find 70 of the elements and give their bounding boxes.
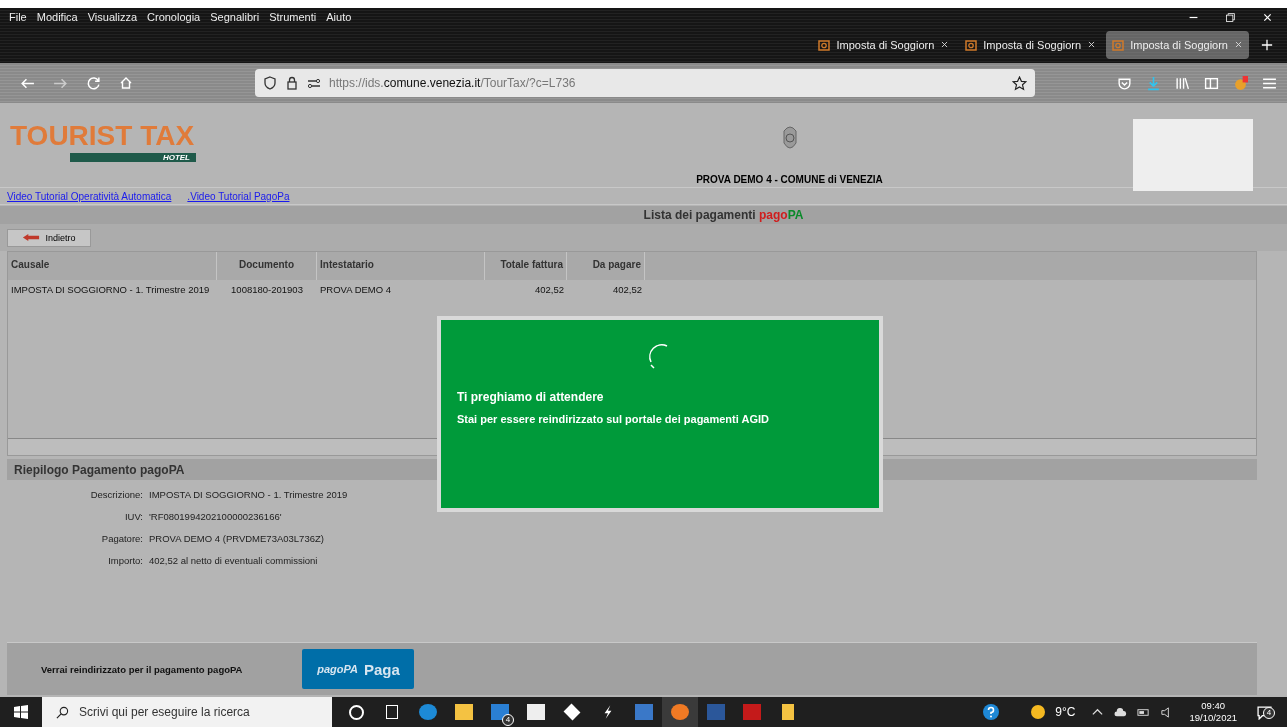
field-value: PROVA DEMO 4 (PRVDME73A03L736Z) — [149, 533, 324, 544]
table-cell-text: 1008180-201903 — [230, 283, 304, 295]
tourist-tax-logo: TOURIST TAX HOTEL — [10, 119, 196, 164]
pay-button[interactable]: pagoPA Paga — [302, 649, 415, 689]
field-label: IUV: — [123, 511, 143, 522]
tab-close-icon[interactable] — [1087, 40, 1097, 49]
lock-icon — [285, 76, 299, 90]
url-text: https://ids.comune.venezia.it/TourTax/?c=L736 — [329, 76, 576, 90]
weather-sun-icon[interactable] — [1031, 705, 1046, 719]
field-label: Pagatore: — [100, 533, 143, 544]
column-header[interactable]: Causale — [8, 252, 217, 280]
address-bar[interactable]: https://ids.comune.venezia.it/TourTax/?c=L736 — [255, 69, 1035, 97]
summary-title: Riepilogo Pagamento pagoPA — [14, 462, 185, 477]
column-header[interactable]: Da pagare — [567, 252, 645, 280]
library-icon[interactable] — [1175, 75, 1190, 91]
menu-item[interactable]: Aiuto — [326, 11, 352, 23]
close-icon[interactable] — [1262, 11, 1273, 23]
new-tab-icon[interactable] — [1261, 38, 1273, 51]
tutorial-link[interactable]: Video Tutorial Operatività Automatica — [7, 190, 172, 202]
search-icon — [56, 705, 69, 719]
menu-item[interactable]: Modifica — [36, 11, 78, 23]
left-arrow-icon — [22, 233, 41, 242]
field-label: Descrizione: — [89, 489, 143, 500]
clock-time[interactable]: 09:40 — [1201, 700, 1226, 712]
tab-close-icon[interactable] — [940, 40, 950, 49]
organization-title: PROVA DEMO 4 - COMUNE di VENEZIA — [696, 174, 883, 185]
table-cell-text: PROVA DEMO 4 — [319, 283, 393, 295]
column-header[interactable]: Intestatario — [317, 252, 485, 280]
browser-tab[interactable]: Imposta di Soggiorn — [812, 30, 956, 59]
table-cell-text: IMPOSTA DI SOGGIORNO - 1. Trimestre 2019 — [10, 283, 211, 295]
browser-tab[interactable]: Imposta di Soggiorn — [1106, 30, 1249, 59]
dialog-message: Stai per essere reindirizzato sul portale dei pagamenti AGID — [457, 413, 770, 425]
tab-favicon-icon — [965, 38, 978, 51]
cloud-icon[interactable] — [1114, 705, 1128, 719]
menu-item[interactable]: Strumenti — [269, 11, 317, 23]
mail-badge: 4 — [502, 714, 514, 726]
permissions-icon — [307, 76, 321, 90]
windows-start-icon[interactable] — [14, 705, 28, 719]
list-title: Lista dei pagamenti pagoPA — [643, 208, 804, 222]
tab-favicon-icon — [818, 38, 831, 51]
reload-icon[interactable] — [86, 75, 101, 91]
column-header[interactable]: Totale fattura — [485, 252, 567, 280]
dialog-title: Ti preghiamo di attendere — [457, 390, 605, 404]
temperature[interactable]: 9°C — [1055, 705, 1076, 719]
restore-icon[interactable] — [1225, 11, 1236, 23]
shield-icon — [263, 76, 277, 90]
field-value: 402,52 al netto di eventuali commissioni — [149, 555, 318, 566]
sidebar-icon[interactable] — [1204, 75, 1219, 91]
help-icon[interactable] — [983, 704, 1000, 720]
tab-favicon-icon — [1112, 38, 1125, 51]
field-value: 'RF0801994202100000236166' — [149, 511, 282, 522]
menu-item[interactable]: Visualizza — [87, 11, 138, 23]
browser-tab[interactable]: Imposta di Soggiorn — [959, 30, 1103, 59]
menu-item[interactable]: Segnalibri — [210, 11, 260, 23]
menu-icon[interactable] — [1262, 75, 1277, 91]
table-cell-text: 402,52 — [533, 283, 565, 295]
bookmark-star-icon[interactable] — [1012, 75, 1027, 91]
search-placeholder: Scrivi qui per eseguire la ricerca — [79, 705, 250, 719]
column-header[interactable]: Documento — [217, 252, 317, 280]
field-label: Importo: — [107, 555, 143, 566]
clock-date[interactable]: 19/10/2021 — [1189, 712, 1237, 724]
field-value: IMPOSTA DI SOGGIORNO - 1. Trimestre 2019 — [149, 489, 348, 500]
redirect-note: Verrai reindirizzato per il pagamento pagoPA — [41, 663, 243, 675]
home-icon[interactable] — [119, 76, 133, 90]
menu-item[interactable]: File — [9, 11, 27, 23]
taskbar-search-field[interactable]: Scrivi qui per eseguire la ricerca — [42, 697, 332, 727]
menu-item[interactable]: Cronologia — [147, 11, 201, 23]
back-button[interactable]: Indietro — [7, 228, 91, 247]
table-cell-text: 402,52 — [611, 283, 643, 295]
tutorial-link[interactable]: .Video Tutorial PagoPa — [187, 190, 290, 202]
